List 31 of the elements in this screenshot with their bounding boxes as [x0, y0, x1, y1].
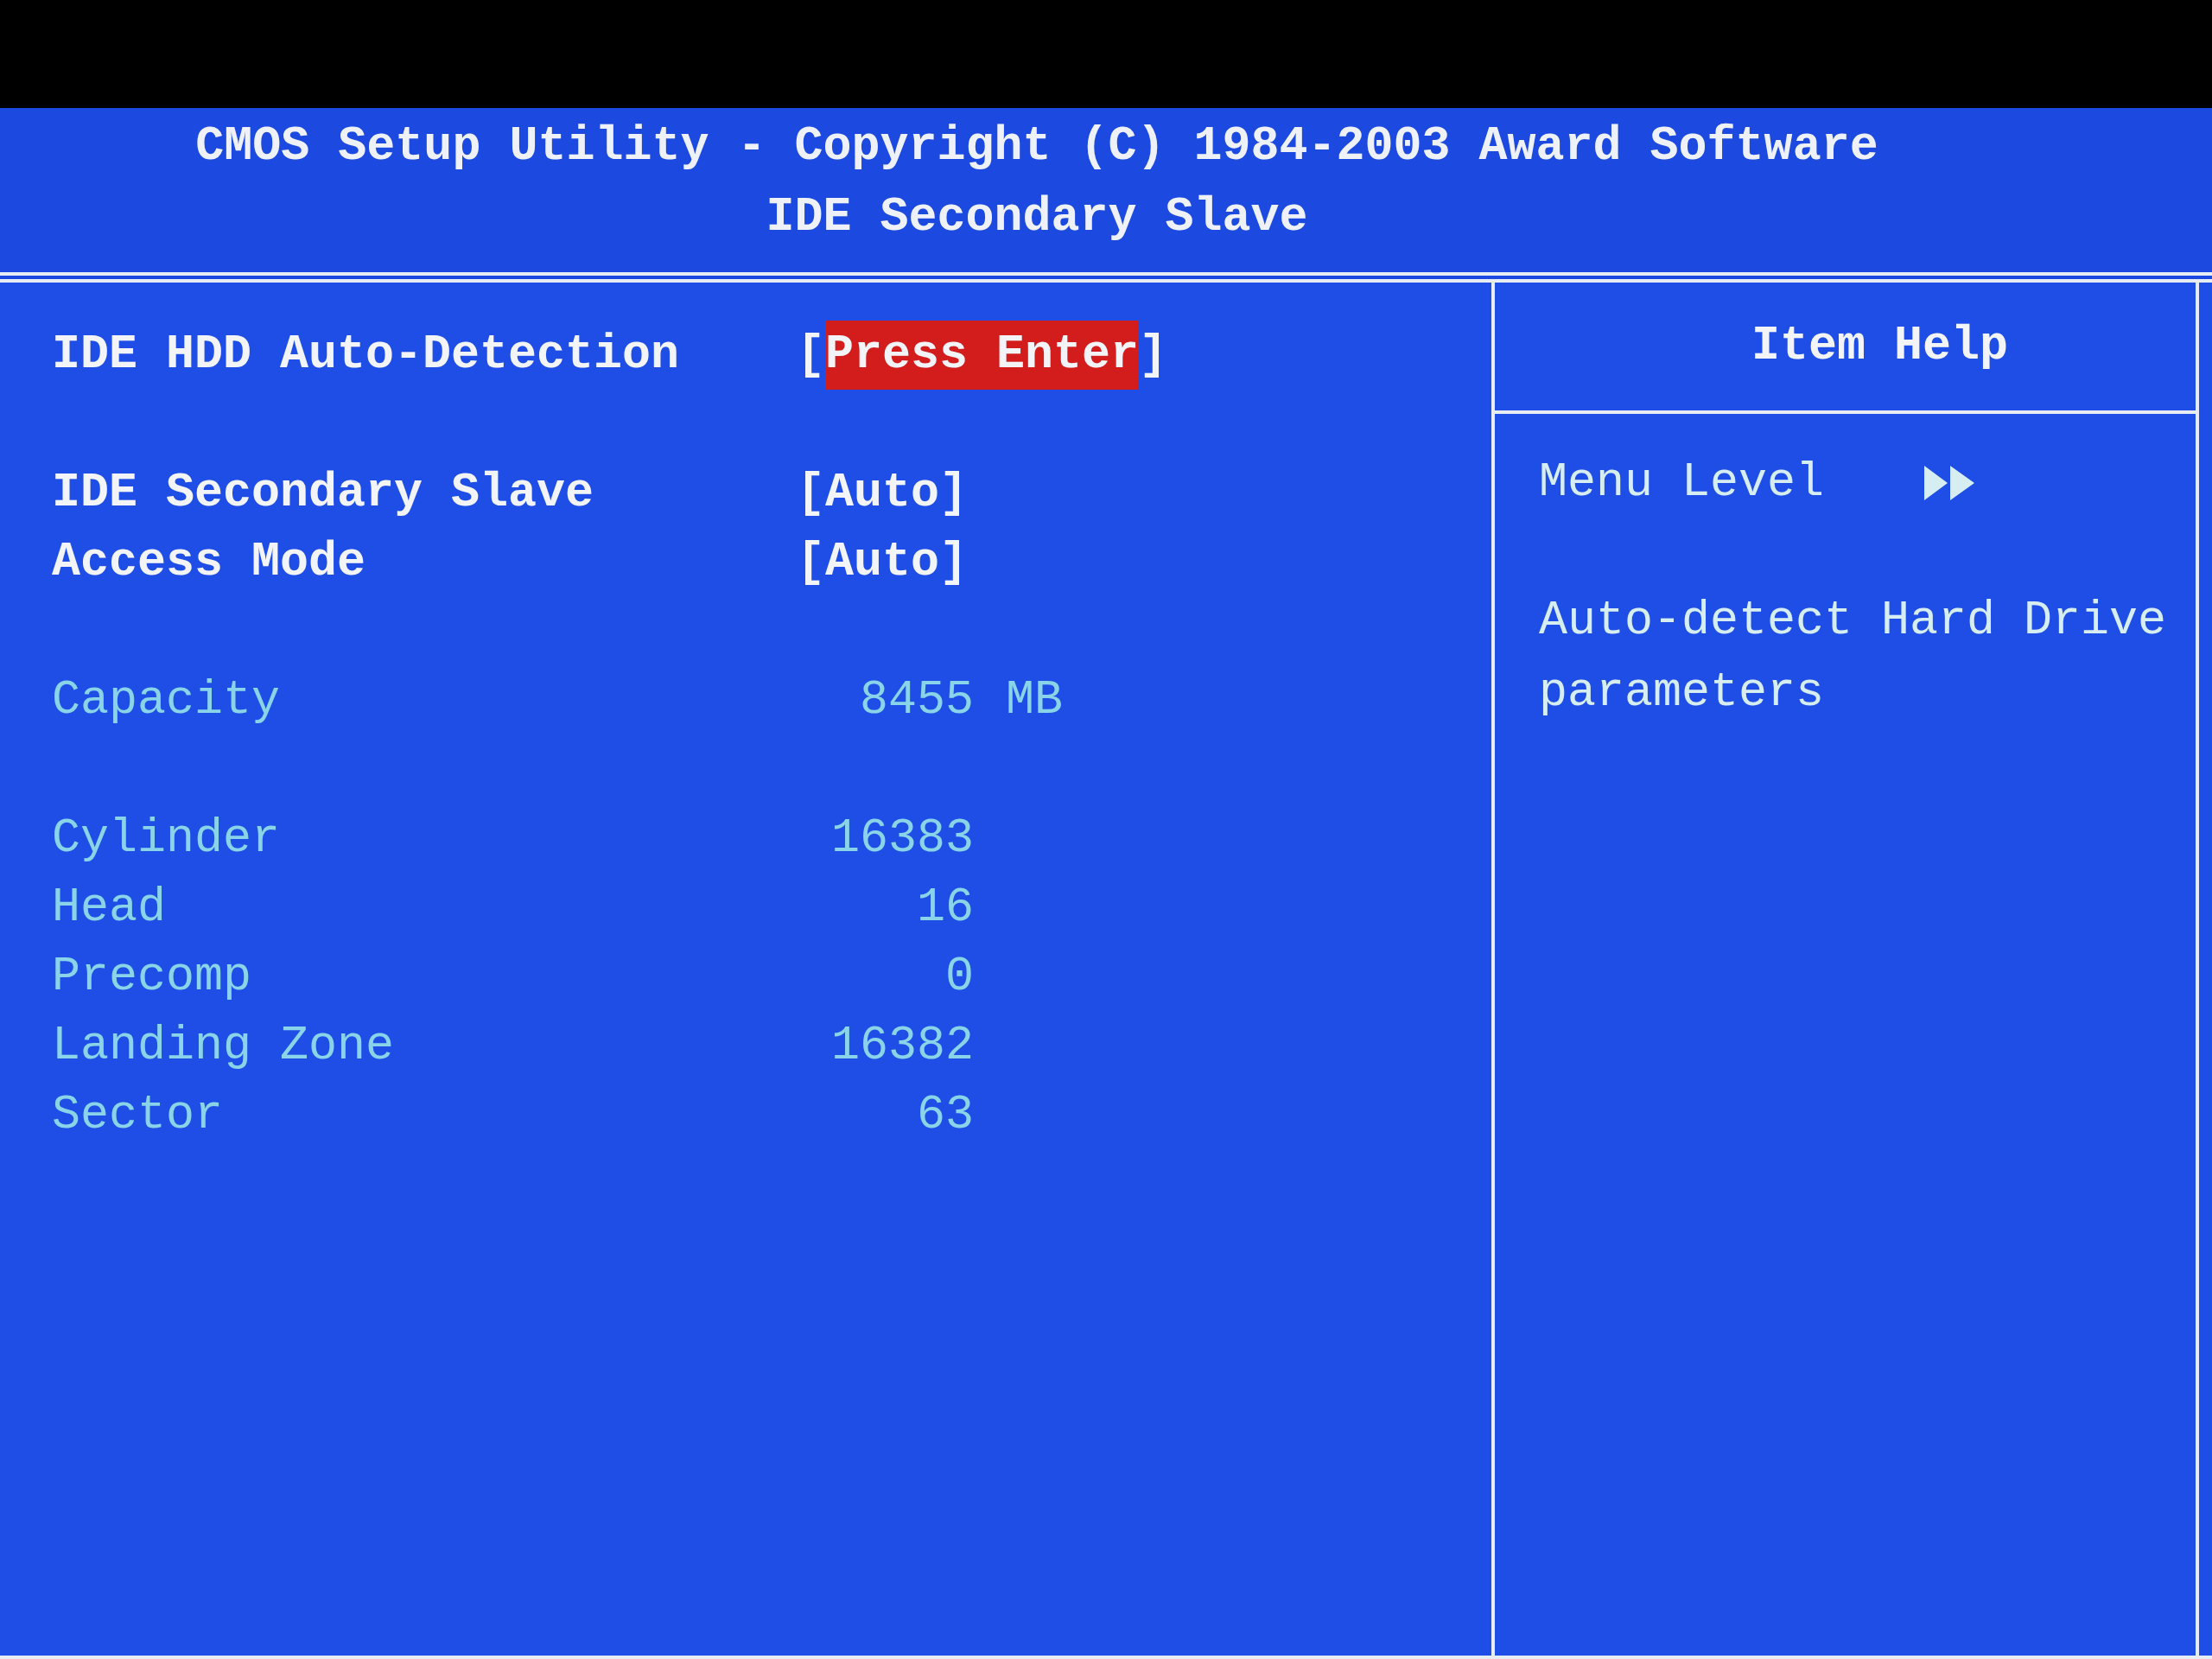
help-title: Item Help: [1751, 317, 2009, 375]
setting-value[interactable]: Auto: [825, 459, 940, 528]
bracket: [: [797, 327, 825, 384]
bracket: [: [797, 534, 825, 591]
setting-value: 16: [916, 880, 974, 937]
setting-label: Landing Zone: [52, 1018, 396, 1075]
setting-label: Precomp: [52, 949, 253, 1006]
setting-value[interactable]: Auto: [825, 528, 940, 597]
bracket: ]: [939, 534, 969, 591]
page-title: IDE Secondary Slave: [766, 189, 1308, 246]
setting-value: 16382: [830, 1018, 974, 1075]
menu-level-label: Menu Level: [1539, 454, 1826, 512]
setting-label: IDE HDD Auto-Detection: [52, 327, 681, 384]
setting-label: Head: [52, 880, 168, 937]
utility-title: CMOS Setup Utility - Copyright (C) 1984-2003 Award Software: [195, 118, 1878, 175]
unit-label: MB: [1006, 672, 1063, 729]
setting-value: 8455: [858, 672, 974, 729]
setting-label: Capacity: [52, 672, 282, 729]
setting-label: Access Mode: [52, 534, 367, 591]
bracket: [: [797, 465, 825, 522]
setting-label: IDE Secondary Slave: [52, 465, 595, 522]
setting-label: Cylinder: [52, 810, 282, 868]
bracket: ]: [1139, 327, 1168, 384]
setting-value[interactable]: Press Enter: [825, 321, 1140, 390]
help-description: Auto-detect Hard Drive parameters: [1539, 593, 2168, 721]
setting-value: 0: [944, 949, 974, 1006]
setting-value: 16383: [830, 810, 974, 868]
bracket: ]: [939, 465, 969, 522]
double-arrow-icon: [1924, 466, 1974, 500]
setting-label: Sector: [52, 1087, 225, 1144]
setting-value: 63: [916, 1087, 974, 1144]
